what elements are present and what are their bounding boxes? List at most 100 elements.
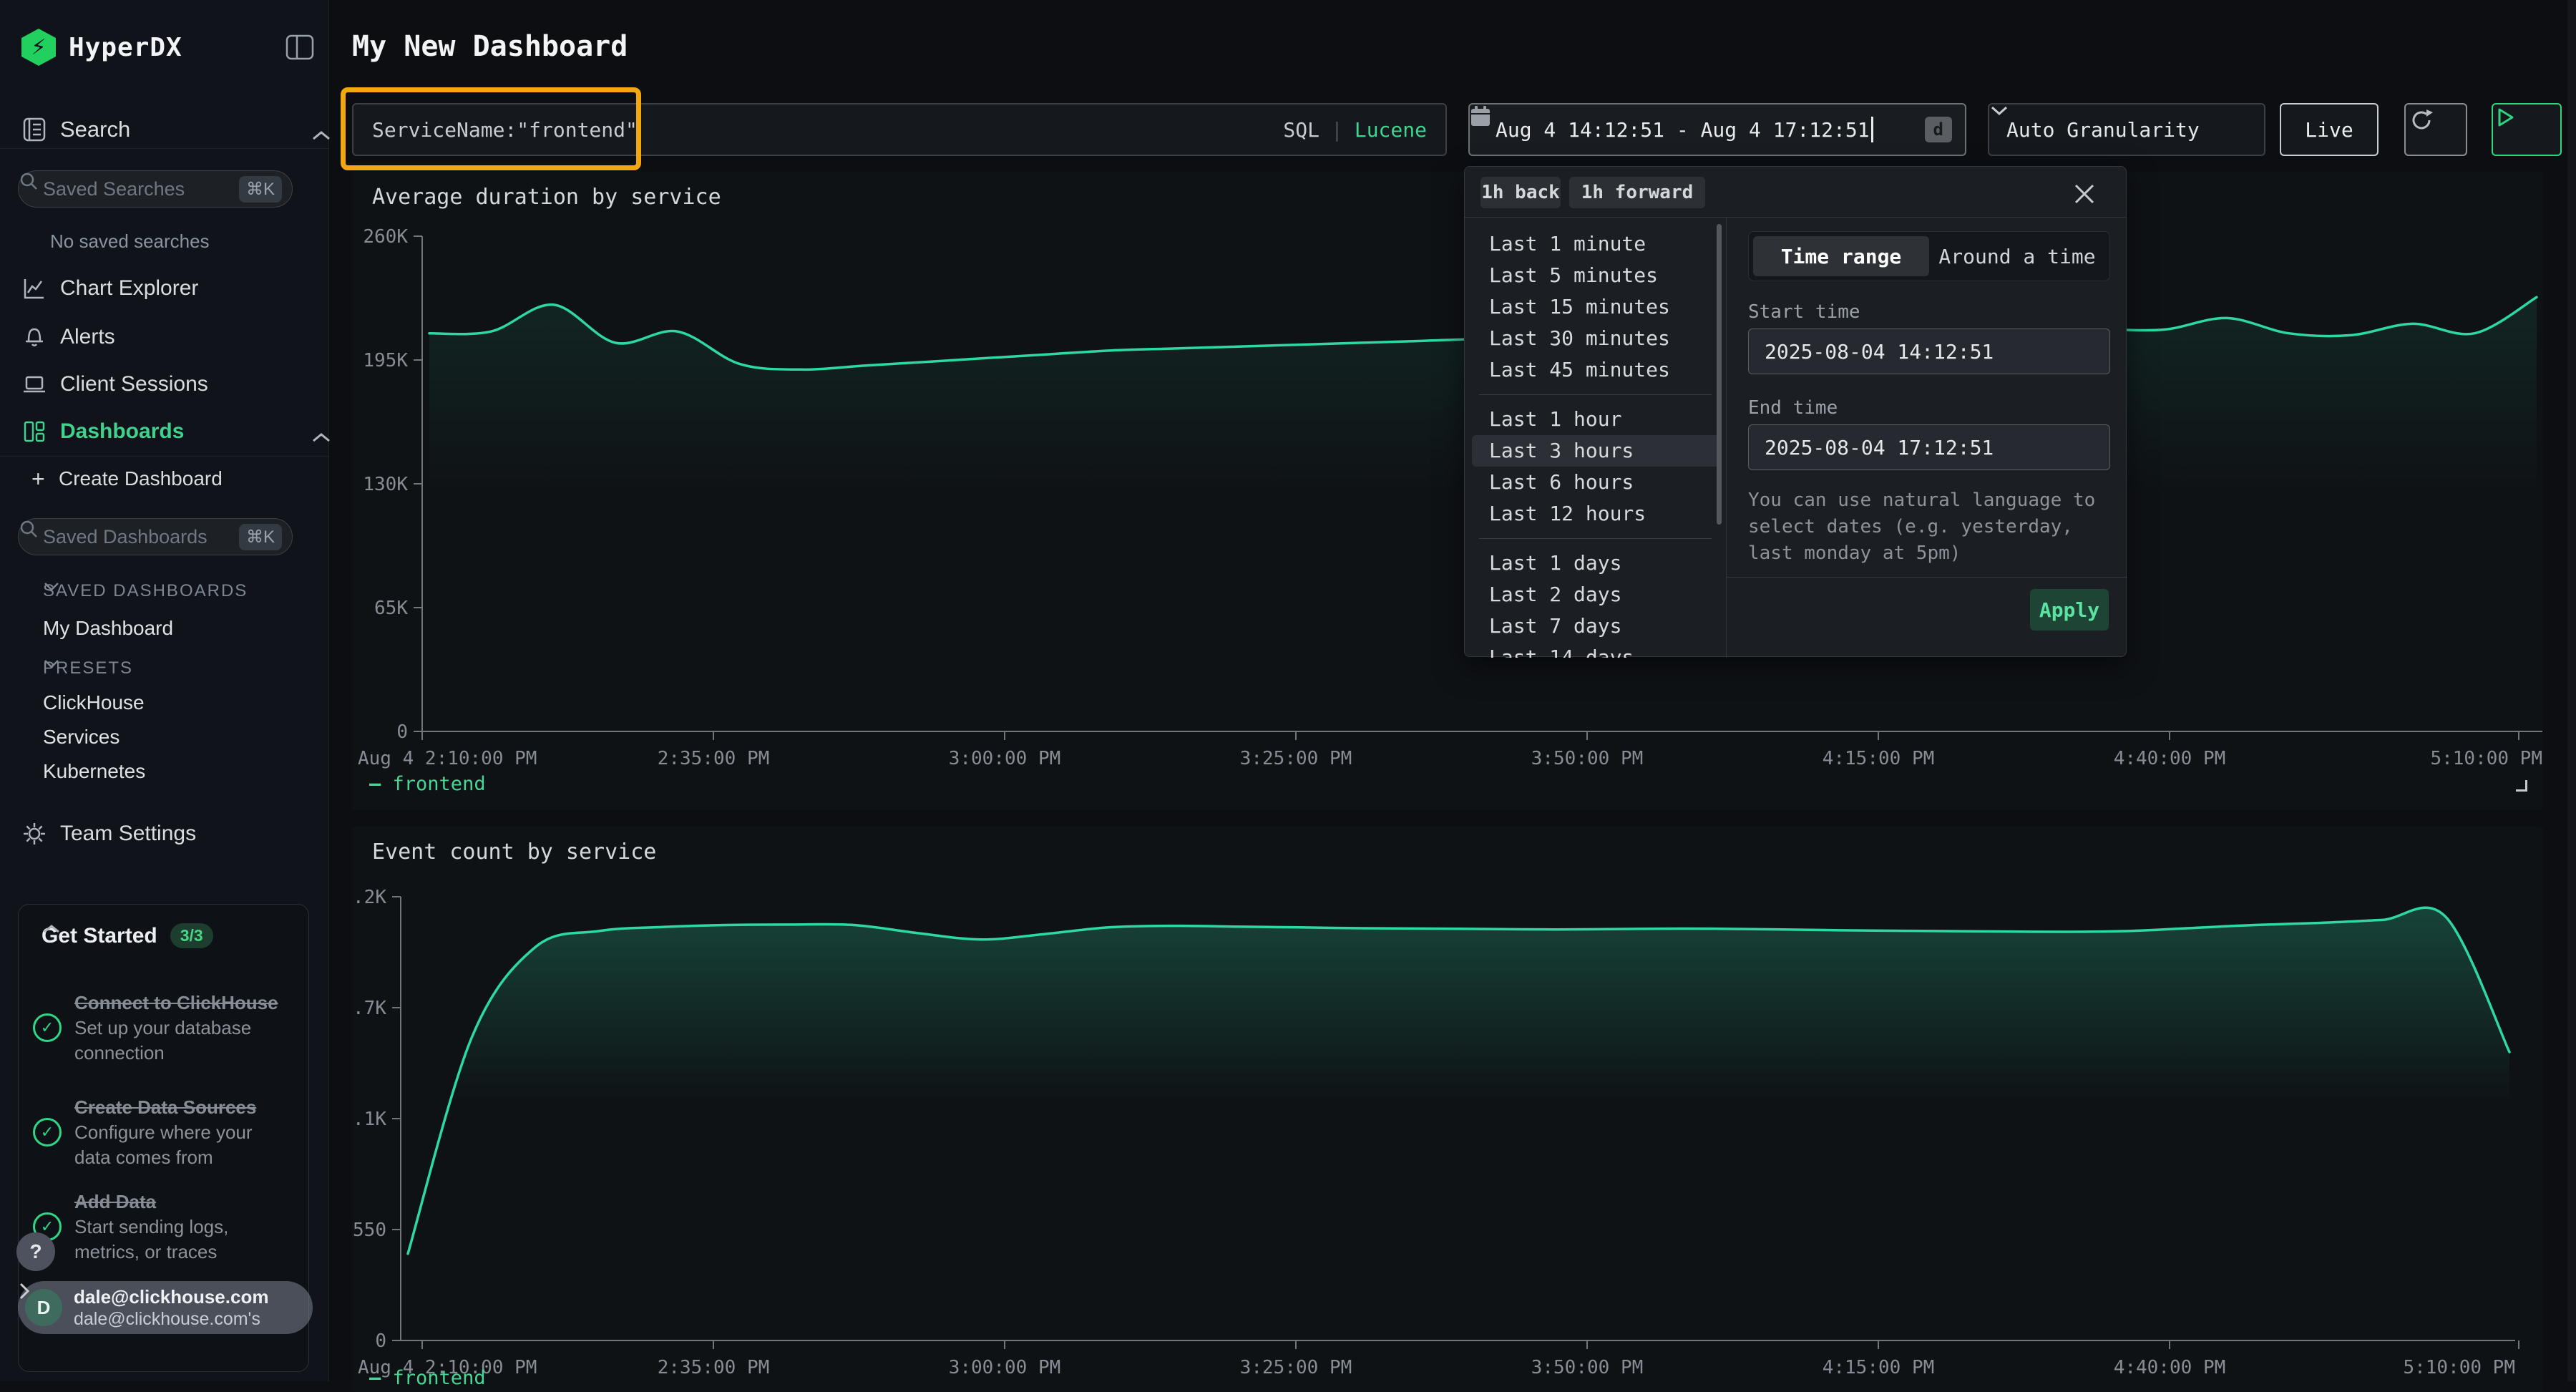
gear-icon [21,821,47,847]
time-preset-last-12-hours[interactable]: Last 12 hours [1472,498,1719,530]
sidebar-item-team-settings[interactable]: Team Settings [0,817,329,850]
time-preset-last-1-minute[interactable]: Last 1 minute [1472,228,1719,260]
page-title: My New Dashboard [352,30,628,63]
close-icon[interactable] [2072,181,2097,207]
svg-text:2:35:00 PM: 2:35:00 PM [658,1357,770,1378]
time-preset-last-30-minutes[interactable]: Last 30 minutes [1472,323,1719,354]
svg-text:0: 0 [396,721,408,743]
sidebar-item-client-sessions[interactable]: Client Sessions [0,368,329,401]
app-root: ⚡ HyperDX Search Saved Searches ⌘K No sa… [0,0,2576,1381]
svg-text:4:40:00 PM: 4:40:00 PM [2114,748,2226,769]
sidebar-item-search[interactable]: Search [0,113,329,146]
time-preset-last-45-minutes[interactable]: Last 45 minutes [1472,354,1719,386]
chart-legend[interactable]: — frontend [369,773,486,795]
sidebar-collapse-icon[interactable] [285,33,315,62]
section-saved-dashboards[interactable]: SAVED DASHBOARDS [43,581,248,601]
end-time-input[interactable]: 2025-08-04 17:12:51 [1748,424,2110,470]
start-time-input[interactable]: 2025-08-04 14:12:51 [1748,328,2110,374]
start-time-label: Start time [1748,301,1860,323]
resize-handle-icon[interactable] [2516,780,2527,792]
get-started-step[interactable]: ✓Create Data SourcesConfigure where your… [33,1094,291,1170]
shift-forward-button[interactable]: 1h forward [1569,177,1705,208]
time-preset-last-14-days[interactable]: Last 14 days [1472,642,1719,658]
x-axis-labels: Aug 4 2:10:00 PM2:35:00 PM3:00:00 PM3:25… [358,748,2542,769]
text-cursor [1871,117,1873,142]
time-range-input[interactable]: Aug 4 14:12:51 - Aug 4 17:12:51 d [1468,103,1966,156]
live-button[interactable]: Live [2280,103,2379,156]
time-preset-last-1-hour[interactable]: Last 1 hour [1472,404,1719,435]
granularity-select[interactable]: Auto Granularity [1988,103,2265,156]
legend-series-label: frontend [393,1367,486,1389]
page-scrollbar[interactable] [2567,0,2576,1381]
chart-panel-average-duration: Average duration by service 065K130K195K… [352,172,2543,810]
svg-text:5:10:00 PM: 5:10:00 PM [2430,748,2542,769]
svg-text:550: 550 [353,1220,386,1241]
sidebar-preset-services[interactable]: Services [43,726,119,749]
time-preset-last-1-days[interactable]: Last 1 days [1472,547,1719,579]
svg-text:130K: 130K [363,474,408,495]
laptop-icon [21,371,47,397]
lightning-bolt-icon: ⚡ [21,29,56,66]
query-language-toggle: SQL | Lucene [1283,118,1427,142]
chart-explorer-icon [21,276,47,301]
line-chart[interactable]: 065K130K195K260KAug 4 2:10:00 PM2:35:00 … [352,172,2543,810]
time-preset-last-15-minutes[interactable]: Last 15 minutes [1472,291,1719,323]
list-scrollbar[interactable] [1717,224,1722,525]
tab-time-range[interactable]: Time range [1753,236,1929,276]
create-dashboard-button[interactable]: + Create Dashboard [0,464,329,494]
svg-text:260K: 260K [363,226,408,248]
x-axis-labels: Aug 4 2:10:00 PM2:35:00 PM3:00:00 PM3:25… [358,1357,2515,1378]
legend-series-label: frontend [393,773,486,795]
section-presets[interactable]: PRESETS [43,658,133,678]
sidebar-item-label: Team Settings [60,822,196,846]
svg-text:3:50:00 PM: 3:50:00 PM [1531,748,1644,769]
time-picker-dropdown: 1h back 1h forward Last 1 minuteLast 5 m… [1464,166,2127,657]
apply-button[interactable]: Apply [2030,589,2109,631]
get-started-step[interactable]: ✓Add DataStart sending logs, metrics, or… [33,1189,291,1265]
sidebar-item-alerts[interactable]: Alerts [0,321,329,354]
refresh-icon [2406,104,2437,136]
get-started-header[interactable]: Get Started 3/3 [42,923,288,948]
sidebar-item-chart-explorer[interactable]: Chart Explorer [0,272,329,305]
user-menu[interactable]: D dale@clickhouse.com dale@clickhouse.co… [18,1281,313,1334]
sidebar-item-dashboards[interactable]: Dashboards [0,415,329,448]
svg-text:2:35:00 PM: 2:35:00 PM [658,748,770,769]
svg-text:1.7K: 1.7K [352,998,386,1019]
chart-panel-event-count: Event count by service 05501.1K1.7K2.2KA… [352,827,2543,1392]
check-circle-icon: ✓ [33,1118,62,1147]
run-query-button[interactable] [2492,103,2562,156]
sidebar-dashboard-my-dashboard[interactable]: My Dashboard [43,617,173,640]
time-preset-last-3-hours[interactable]: Last 3 hours [1472,435,1719,467]
divider [1727,577,2127,578]
lucene-toggle[interactable]: Lucene [1355,118,1427,142]
line-chart[interactable]: 05501.1K1.7K2.2KAug 4 2:10:00 PM2:35:00 … [352,827,2543,1392]
saved-searches-input[interactable]: Saved Searches ⌘K [18,170,293,208]
sql-toggle[interactable]: SQL [1283,118,1319,142]
svg-text:195K: 195K [363,350,408,371]
time-picker-tabs: Time range Around a time [1748,231,2110,281]
time-preset-last-5-minutes[interactable]: Last 5 minutes [1472,260,1719,291]
svg-text:3:00:00 PM: 3:00:00 PM [949,1357,1061,1378]
saved-dashboards-input[interactable]: Saved Dashboards ⌘K [18,518,293,555]
shortcut-badge: ⌘K [239,176,282,203]
shift-back-button[interactable]: 1h back [1480,177,1561,208]
journal-search-icon [21,117,47,142]
refresh-button[interactable] [2404,103,2467,156]
helper-text: You can use natural language to select d… [1748,487,2113,567]
sidebar-preset-kubernetes[interactable]: Kubernetes [43,760,145,783]
help-button[interactable]: ? [16,1232,55,1271]
granularity-value: Auto Granularity [2006,118,2200,142]
sidebar-preset-clickhouse[interactable]: ClickHouse [43,691,145,714]
tab-around-a-time[interactable]: Around a time [1929,236,2105,276]
sidebar-item-label: Alerts [60,325,115,349]
duration-badge: d [1925,117,1952,142]
time-preset-last-7-days[interactable]: Last 7 days [1472,610,1719,642]
search-query-input[interactable]: ServiceName:"frontend" SQL | Lucene [352,103,1447,156]
chart-legend[interactable]: — frontend [369,1367,486,1389]
time-preset-last-2-days[interactable]: Last 2 days [1472,579,1719,610]
sidebar: ⚡ HyperDX Search Saved Searches ⌘K No sa… [0,0,329,1381]
time-preset-last-6-hours[interactable]: Last 6 hours [1472,467,1719,498]
get-started-step[interactable]: ✓Connect to ClickHouseSet up your databa… [33,990,291,1066]
user-info: dale@clickhouse.com dale@clickhouse.com'… [74,1285,298,1330]
divider [1479,538,1712,539]
